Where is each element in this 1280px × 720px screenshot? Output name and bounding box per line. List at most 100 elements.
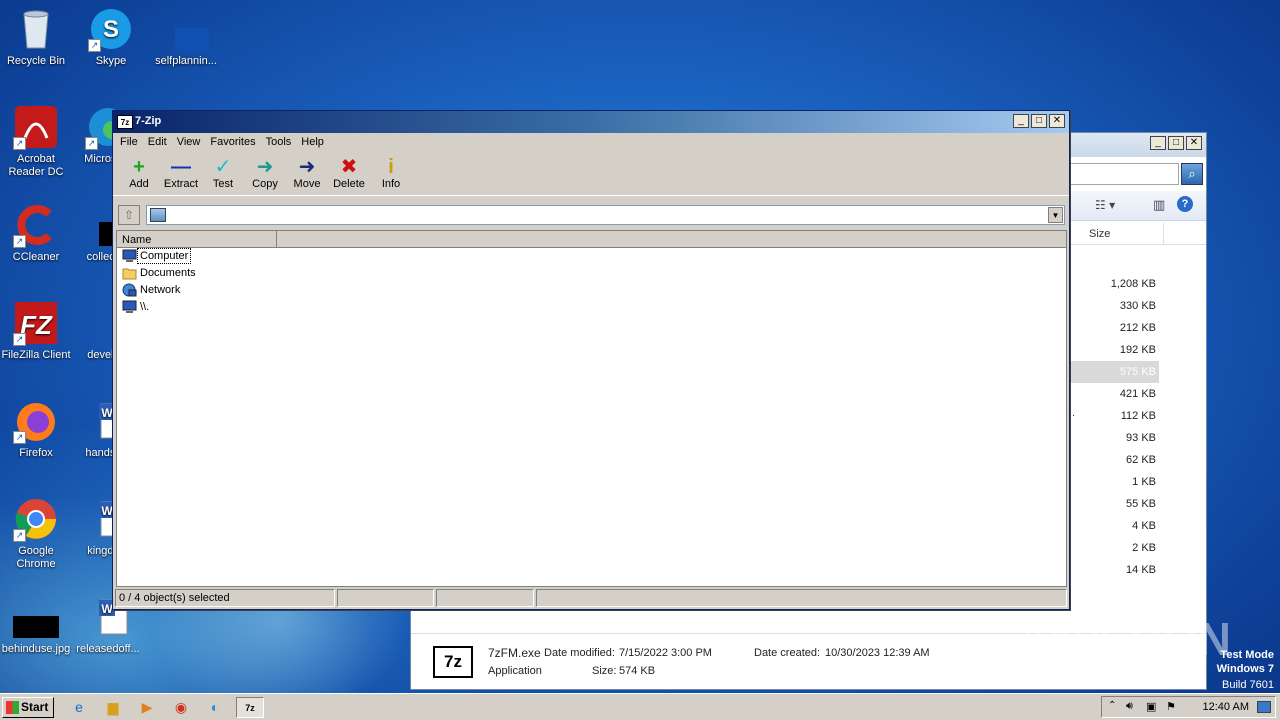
list-item[interactable]: \\. <box>117 299 1066 316</box>
details-size-label: Size: <box>592 665 617 677</box>
view-options-icon[interactable]: ☷ ▾ <box>1095 198 1115 212</box>
desktop-icon-filezilla[interactable]: FZ ↗ FileZilla Client <box>0 300 72 362</box>
network-icon[interactable]: ▣ <box>1146 700 1156 713</box>
desktop-icon-label: Google Chrome <box>16 545 56 570</box>
help-icon[interactable]: ? <box>1177 196 1193 212</box>
list-item-name: Documents <box>140 267 196 279</box>
maximize-button[interactable]: □ <box>1168 136 1184 150</box>
delete-button[interactable]: ✖ Delete <box>328 152 370 195</box>
details-created-value: 10/30/2023 12:39 AM <box>825 647 930 659</box>
toolbar-label: Info <box>381 178 401 190</box>
show-desktop-icon[interactable] <box>1257 701 1271 713</box>
details-modified-label: Date modified: <box>544 647 615 659</box>
menu-bar: File Edit View Favorites Tools Help <box>113 133 1069 152</box>
shortcut-arrow-icon: ↗ <box>13 137 26 150</box>
internet-explorer-icon[interactable]: e <box>68 697 90 718</box>
show-hidden-icons-icon[interactable]: ⌃ <box>1108 700 1116 711</box>
move-icon: ➜ <box>298 156 316 178</box>
extract-button[interactable]: — Extract <box>160 152 202 195</box>
acrobat-icon: ↗ <box>13 104 59 150</box>
shortcut-arrow-icon: ↗ <box>13 235 26 248</box>
close-button[interactable]: ✕ <box>1186 136 1202 150</box>
shortcut-arrow-icon: ↗ <box>88 39 101 52</box>
minimize-button[interactable]: _ <box>1013 114 1029 128</box>
chrome-icon: ↗ <box>13 496 59 542</box>
search-icon[interactable]: ⌕ <box>1181 163 1203 185</box>
column-header-size[interactable]: Size <box>1071 223 1206 245</box>
menu-tools[interactable]: Tools <box>261 133 297 152</box>
7zip-window[interactable]: 7z 7-Zip _ □ ✕ File Edit View Favorites … <box>112 110 1070 610</box>
desktop-icon-acrobat[interactable]: ↗ Acrobat Reader DC <box>0 104 72 179</box>
minimize-button[interactable]: _ <box>1150 136 1166 150</box>
menu-view[interactable]: View <box>172 133 206 152</box>
7zip-app-icon: 7z <box>117 115 133 129</box>
toolbar-label: Extract <box>163 178 199 190</box>
menu-edit[interactable]: Edit <box>143 133 172 152</box>
skype-icon: S ↗ <box>88 6 134 52</box>
toolbar-label: Add <box>129 178 149 190</box>
build-label: Build 7601 <box>1222 679 1274 691</box>
move-button[interactable]: ➜ Move <box>286 152 328 195</box>
column-header-name[interactable]: Name <box>117 231 277 248</box>
path-combobox[interactable]: ▼ <box>146 205 1065 225</box>
test-button[interactable]: ✓ Test <box>202 152 244 195</box>
list-item[interactable]: Documents <box>117 265 1066 282</box>
window-title: 7-Zip <box>135 115 162 127</box>
menu-file[interactable]: File <box>115 133 143 152</box>
list-item-name: \\. <box>140 301 150 313</box>
preview-pane-icon[interactable]: ▥ <box>1153 197 1165 213</box>
desktop-icon-label: behinduse.jpg <box>1 643 71 655</box>
7zip-titlebar[interactable]: 7z 7-Zip _ □ ✕ <box>113 111 1069 133</box>
ccleaner-icon: ↗ <box>13 202 59 248</box>
computer-icon <box>122 300 137 314</box>
desktop-icon-skype[interactable]: S ↗ Skype <box>75 6 147 68</box>
windows-version-label: Windows 7 <box>1216 663 1274 675</box>
shortcut-arrow-icon: ↗ <box>85 137 98 150</box>
clock[interactable]: 12:40 AM <box>1203 701 1249 713</box>
info-button[interactable]: i Info <box>370 152 412 195</box>
start-button[interactable]: Start <box>2 697 54 718</box>
add-icon: + <box>133 156 145 178</box>
recycle-bin-icon <box>13 6 59 52</box>
desktop-icon-chrome[interactable]: ↗ Google Chrome <box>0 496 72 571</box>
desktop-icon-behinduse[interactable]: behinduse.jpg <box>0 594 72 656</box>
windows-logo-icon <box>6 701 19 714</box>
7zip-taskbar-button[interactable]: 7z <box>236 697 264 718</box>
desktop-icon-label: selfplannin... <box>155 55 217 67</box>
list-item[interactable]: Network <box>117 282 1066 299</box>
action-center-flag-icon[interactable]: ⚑ <box>1166 700 1176 713</box>
search-input[interactable] <box>1069 163 1179 185</box>
menu-help[interactable]: Help <box>296 133 329 152</box>
edge-icon[interactable]: ◐ <box>204 697 226 718</box>
desktop-icon-firefox[interactable]: ↗ Firefox <box>0 398 72 460</box>
file-list[interactable]: Name Computer Documents Network \\. <box>116 230 1067 587</box>
desktop-icon-recycle-bin[interactable]: Recycle Bin <box>0 6 72 68</box>
up-folder-button[interactable]: ⇧ <box>118 205 140 225</box>
maximize-button[interactable]: □ <box>1031 114 1047 128</box>
media-player-icon[interactable]: ▶ <box>136 697 158 718</box>
desktop-icon-selfplanning[interactable]: selfplannin... <box>150 6 222 68</box>
copy-button[interactable]: ➜ Copy <box>244 152 286 195</box>
close-button[interactable]: ✕ <box>1049 114 1065 128</box>
add-button[interactable]: + Add <box>118 152 160 195</box>
list-item[interactable]: Computer <box>117 248 1066 265</box>
toolbar-label: Test <box>212 178 234 190</box>
details-type: Application <box>488 665 542 677</box>
chrome-icon[interactable]: ◉ <box>170 697 192 718</box>
network-icon <box>122 283 137 297</box>
desktop-icon-ccleaner[interactable]: ↗ CCleaner <box>0 202 72 264</box>
status-selection: 0 / 4 object(s) selected <box>115 589 335 607</box>
file-size-cell: 575 KB <box>1069 361 1159 383</box>
file-explorer-icon[interactable]: ▆ <box>102 697 124 718</box>
volume-icon[interactable]: 🔊︎ <box>1126 700 1133 713</box>
desktop-icon-label: Recycle Bin <box>6 55 66 67</box>
address-bar: ⇧ ▼ <box>116 202 1067 228</box>
filezilla-icon: FZ ↗ <box>13 300 59 346</box>
menu-favorites[interactable]: Favorites <box>205 133 260 152</box>
7zip-toolbar: + Add — Extract ✓ Test ➜ Copy ➜ Move ✖ Delete i Info <box>113 152 1069 196</box>
details-created-label: Date created: <box>754 647 821 659</box>
toolbar-label: Move <box>293 178 321 190</box>
chevron-down-icon[interactable]: ▼ <box>1048 207 1063 223</box>
status-bar: 0 / 4 object(s) selected <box>113 589 1069 609</box>
details-modified-value: 7/15/2022 3:00 PM <box>619 647 712 659</box>
